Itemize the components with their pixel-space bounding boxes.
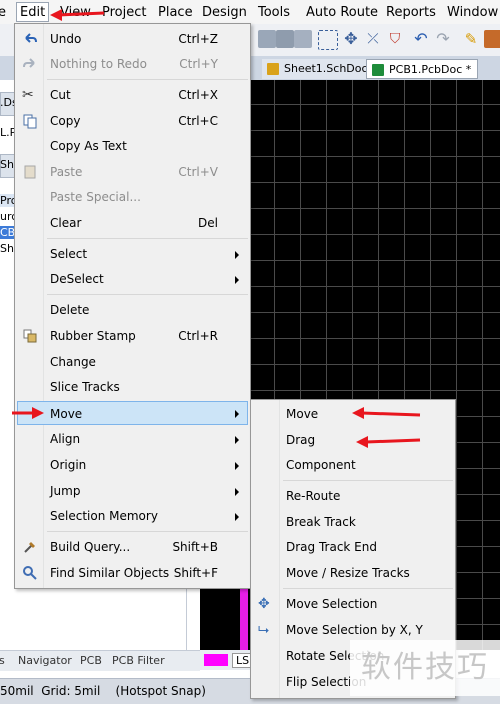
arrow-to-submenu-move-icon: [352, 407, 421, 419]
annotation-arrows: [12, 9, 421, 448]
arrow-to-move-icon: [12, 407, 44, 419]
watermark: 软件技巧: [350, 640, 500, 696]
arrow-to-submenu-drag-icon: [356, 436, 421, 448]
arrow-to-edit-icon: [50, 9, 105, 21]
